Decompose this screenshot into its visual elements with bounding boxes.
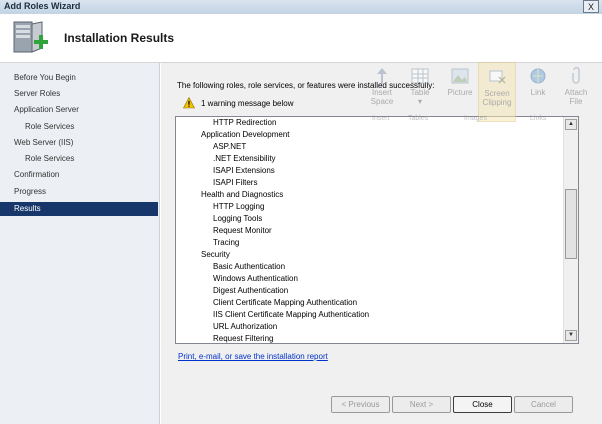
list-item: Application Development [201,130,290,139]
list-item: Request Filtering [213,334,274,343]
title-bar: Add Roles Wizard X [0,0,602,14]
ribbon-screen-clipping: Screen Clipping [478,62,516,122]
ribbon-caption: Images [464,115,487,122]
ribbon-caption: Tables [408,115,429,122]
insert-space-icon [377,68,387,84]
ribbon-picture: Picture [442,62,478,120]
ribbon-caption: Links [530,115,547,122]
warning-message: 1 warning message below [201,99,294,108]
nav-item-progress[interactable]: Progress [0,185,158,199]
list-item: Tracing [213,238,240,247]
close-button[interactable]: Close [453,396,512,413]
nav-item-web-role-services[interactable]: Role Services [0,152,158,166]
ribbon-attach-file: Attach File [558,62,594,120]
nav-item-before-you-begin[interactable]: Before You Begin [0,71,158,85]
list-item: ASP.NET [213,142,247,151]
ribbon-link: Link [520,62,556,120]
list-item: HTTP Redirection [213,118,277,127]
nav-item-results[interactable]: Results [0,202,158,216]
installed-items-list[interactable]: HTTP Redirection Application Development… [175,116,579,344]
nav-item-app-role-services[interactable]: Role Services [0,120,158,134]
ribbon-group-captions: Insert Tables Images Links [362,115,602,126]
nav-item-application-server[interactable]: Application Server [0,103,158,117]
list-item: Digest Authentication [213,286,289,295]
link-icon [530,68,546,84]
list-item: Request Monitor [213,226,272,235]
list-item: Client Certificate Mapping Authenticatio… [213,298,358,307]
warning-icon [183,97,195,109]
list-item: Windows Authentication [213,274,298,283]
next-button[interactable]: Next > [392,396,451,413]
ribbon-insert-space: Insert Space [364,62,400,120]
table-icon [411,68,429,84]
list-item: HTTP Logging [213,202,265,211]
list-scrollbar[interactable]: ▲ ▼ [563,117,578,343]
list-item: IIS Client Certificate Mapping Authentic… [213,310,370,319]
cancel-button[interactable]: Cancel [514,396,573,413]
nav-item-web-server-iis[interactable]: Web Server (IIS) [0,136,158,150]
list-item: ISAPI Filters [213,178,258,187]
scroll-down-arrow-icon[interactable]: ▼ [565,330,577,341]
installation-report-link[interactable]: Print, e-mail, or save the installation … [178,352,328,361]
list-item: Logging Tools [213,214,263,223]
wizard-header: Installation Results [0,14,602,63]
list-item: Basic Authentication [213,262,286,271]
list-item: ISAPI Extensions [213,166,275,175]
background-ribbon: Insert Space Table ▾ Picture Screen Clip… [362,62,602,128]
list-item: Security [201,250,230,259]
server-roles-add-icon [13,21,48,53]
window-title: Add Roles Wizard [4,1,81,11]
page-title: Installation Results [64,31,175,45]
ribbon-caption: Insert [372,115,390,122]
ribbon-table: Table ▾ [402,62,438,120]
previous-button[interactable]: < Previous [331,396,390,413]
picture-icon [451,68,469,84]
scroll-thumb[interactable] [565,189,577,259]
nav-item-confirmation[interactable]: Confirmation [0,168,158,182]
window-close-button[interactable]: X [583,0,599,13]
wizard-steps-sidebar: Before You Begin Server Roles Applicatio… [0,63,160,424]
list-item: .NET Extensibility [213,154,276,163]
list-item: URL Authorization [213,322,278,331]
list-item: Health and Diagnostics [201,190,284,199]
attach-file-icon [572,67,580,84]
screen-clipping-icon [489,70,506,84]
nav-item-server-roles[interactable]: Server Roles [0,87,158,101]
